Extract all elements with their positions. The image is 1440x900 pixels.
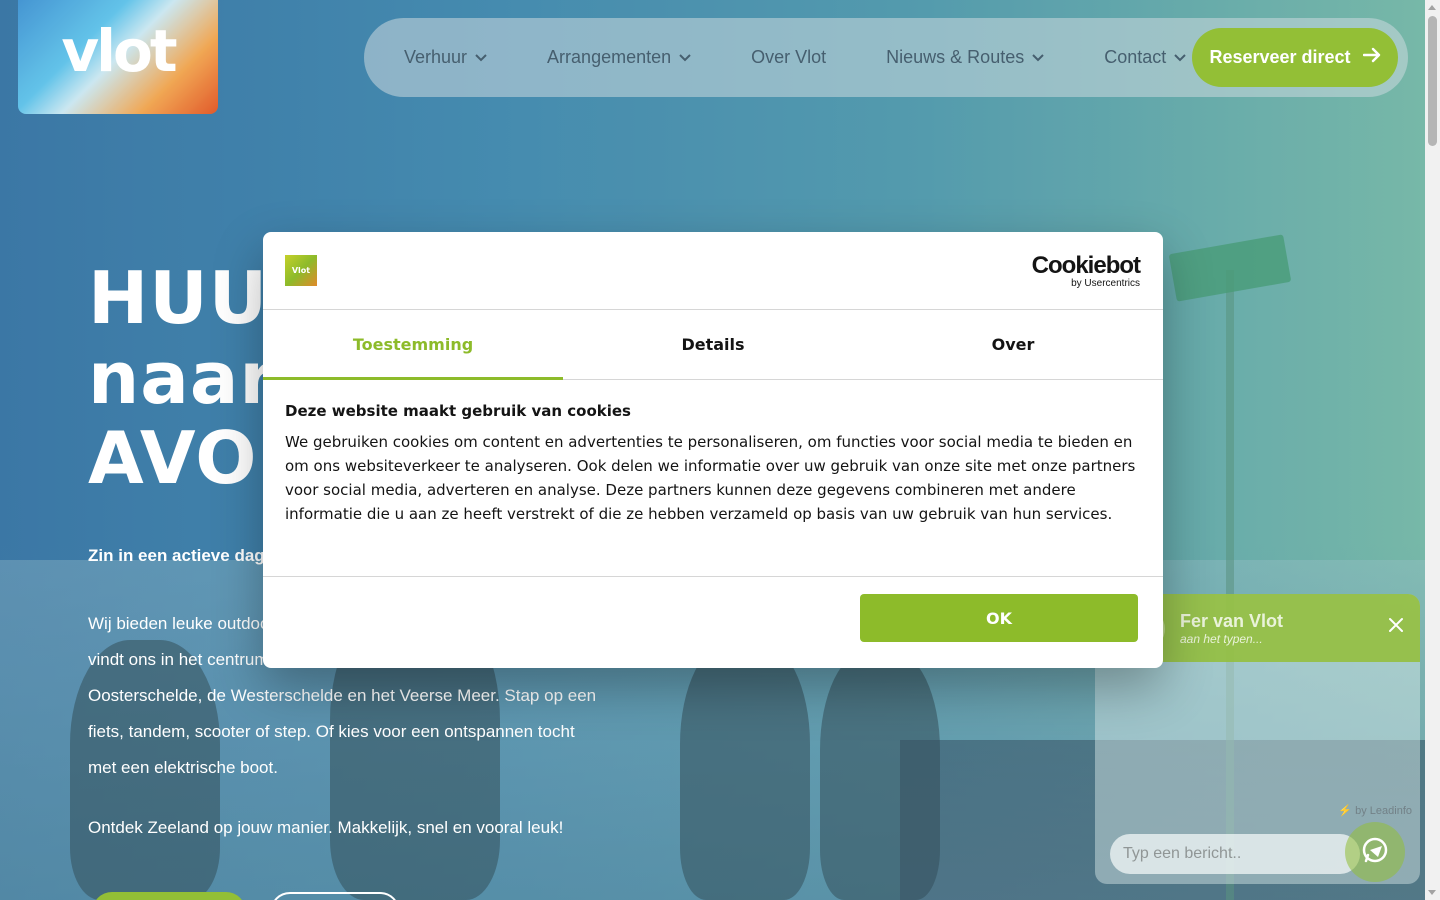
ok-button[interactable]: OK [860, 594, 1138, 642]
tab-toestemming[interactable]: Toestemming [263, 310, 563, 380]
scrollbar-thumb[interactable] [1428, 16, 1437, 146]
scroll-down-arrow-icon[interactable] [1428, 890, 1436, 895]
cookiebot-name: Cookiebot [1031, 252, 1141, 279]
cookiebot-byline: by Usercentrics [1071, 278, 1140, 289]
scroll-up-arrow-icon[interactable] [1428, 5, 1436, 10]
cookie-consent-dialog: Vlot Cookiebot by Usercentrics Toestemmi… [263, 232, 1163, 668]
cookie-dialog-tabs: Toestemming Details Over [263, 310, 1163, 380]
cookie-dialog-header: Vlot Cookiebot by Usercentrics [263, 232, 1163, 310]
cookie-dialog-heading: Deze website maakt gebruik van cookies [285, 402, 631, 420]
tab-details[interactable]: Details [563, 310, 863, 379]
page-scrollbar[interactable] [1425, 0, 1440, 900]
cookiebot-logo[interactable]: Cookiebot by Usercentrics [1031, 252, 1141, 290]
cookie-dialog-text: We gebruiken cookies om content en adver… [285, 433, 1136, 523]
tab-over[interactable]: Over [863, 310, 1163, 379]
cookie-dialog-body: Deze website maakt gebruik van cookies W… [285, 402, 1141, 526]
site-logo-small-text: Vlot [291, 266, 311, 275]
site-logo-small: Vlot [285, 255, 317, 286]
cookie-dialog-footer: OK [263, 576, 1163, 668]
